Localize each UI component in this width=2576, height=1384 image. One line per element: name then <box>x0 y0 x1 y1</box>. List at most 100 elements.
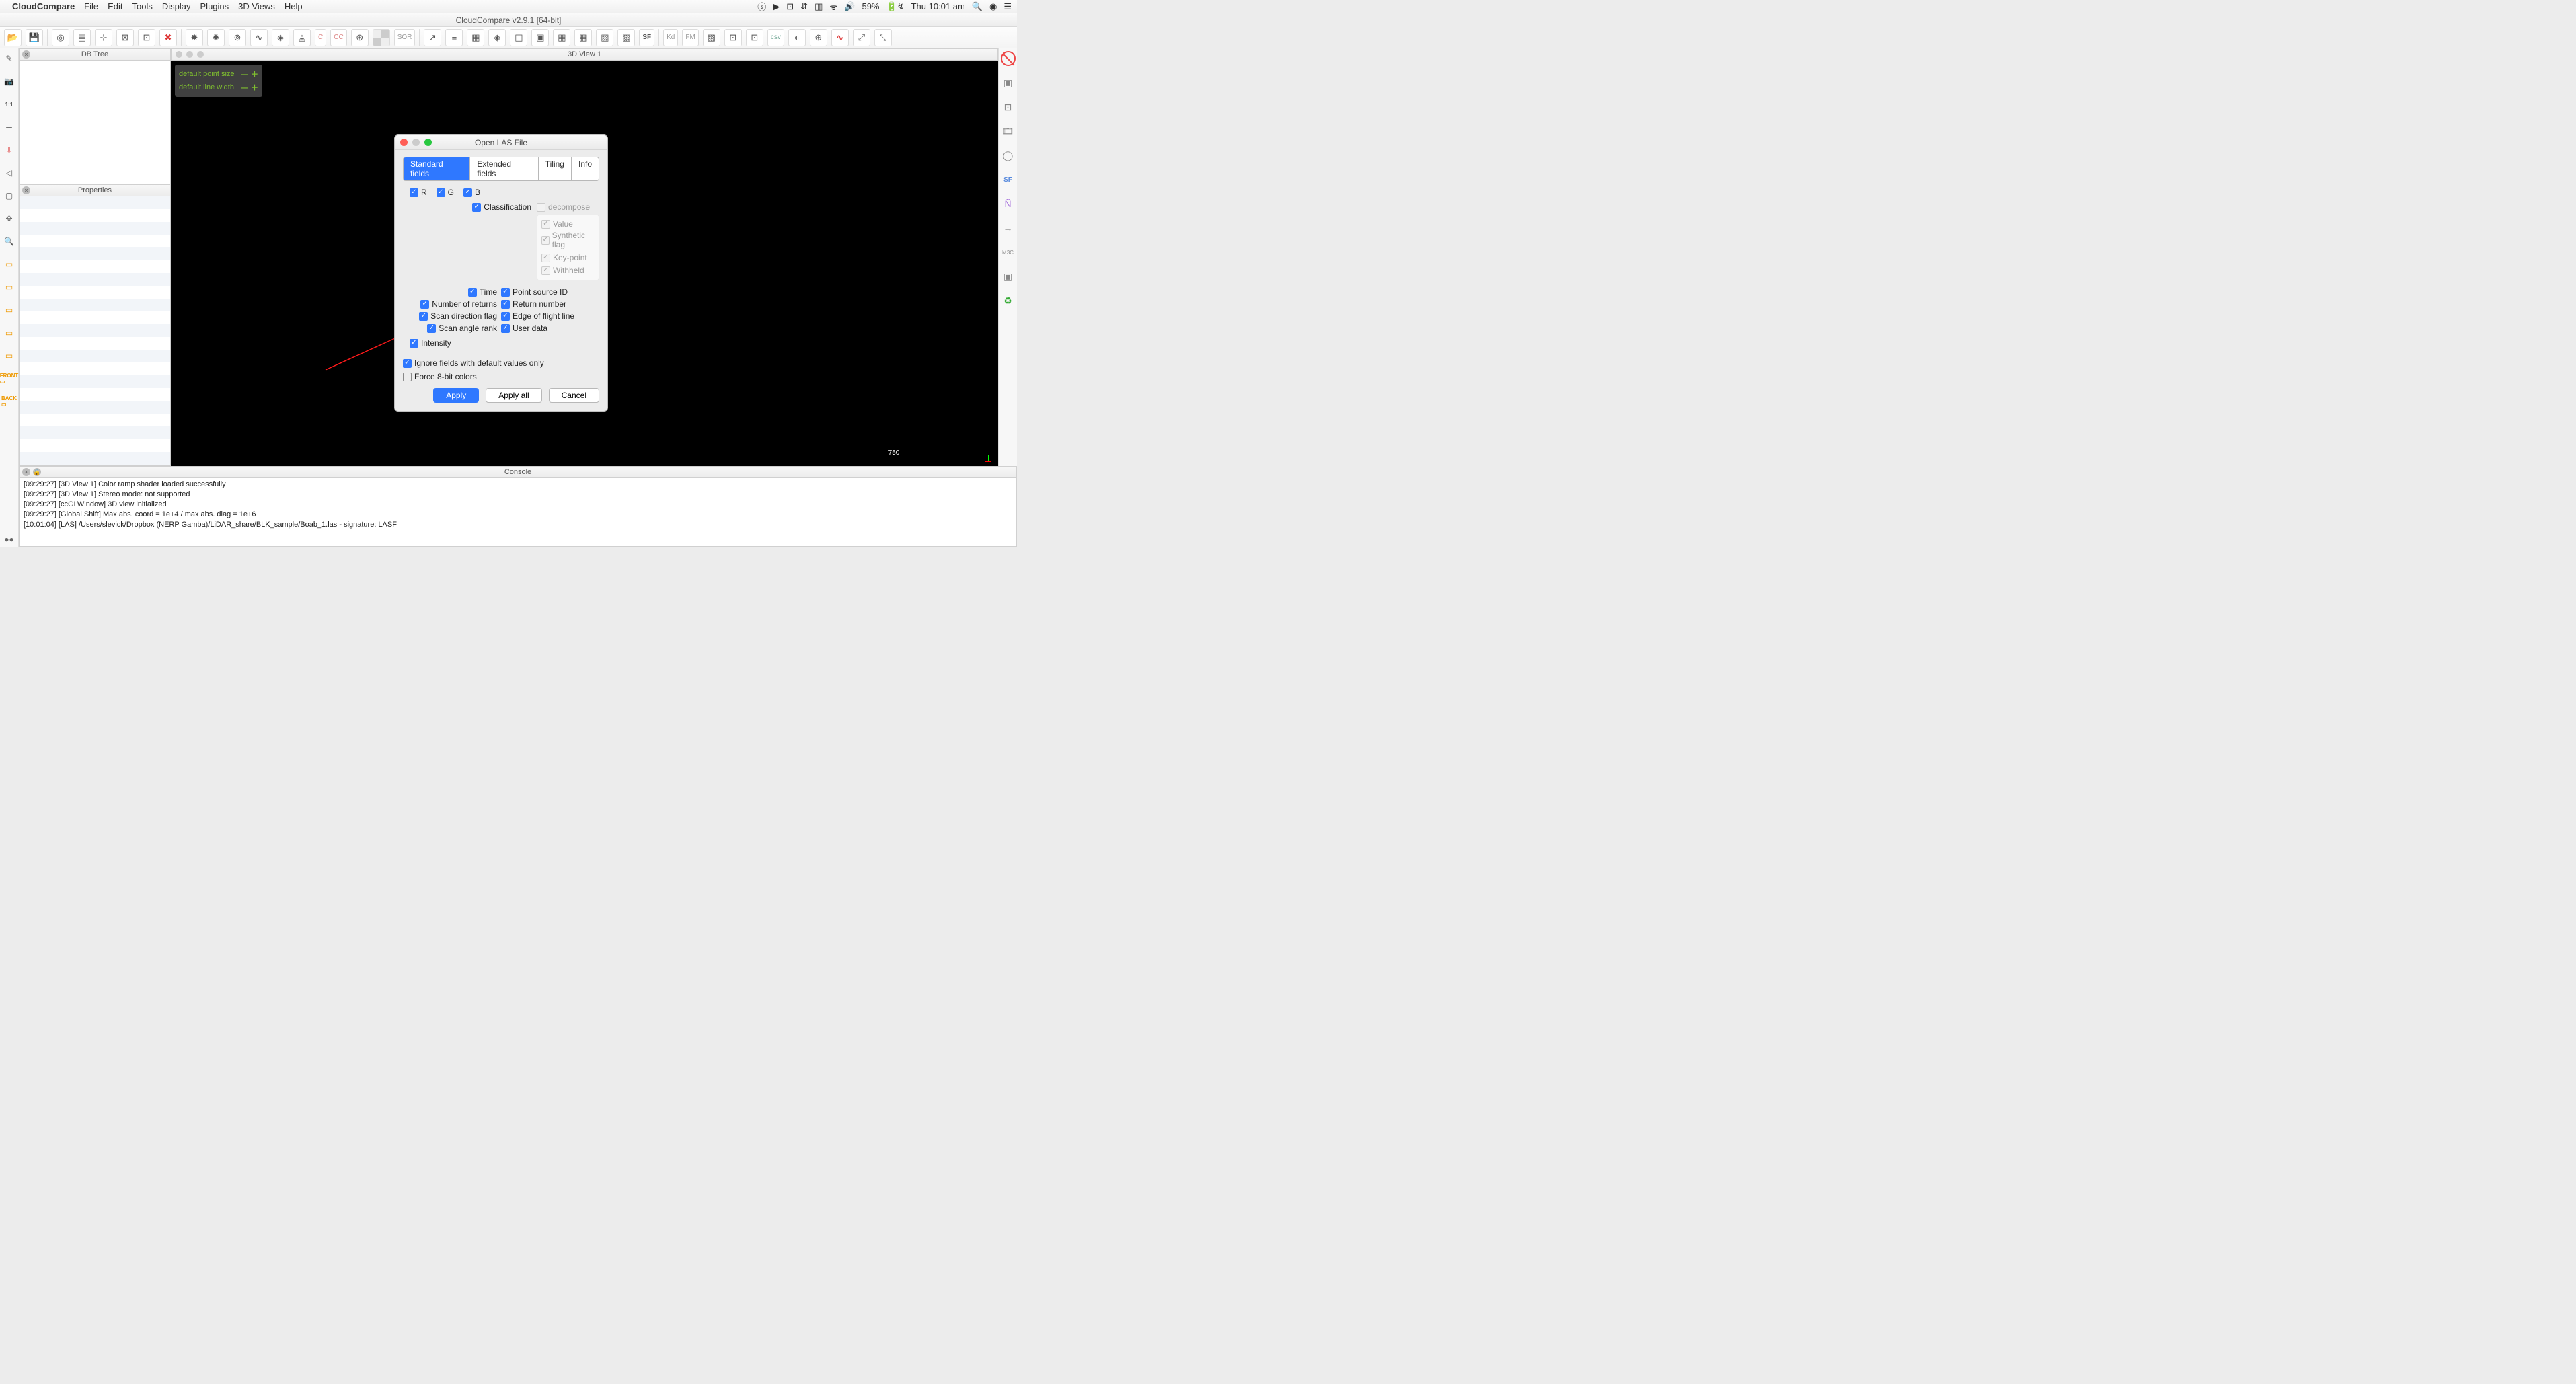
tool-btn[interactable]: C <box>315 29 326 46</box>
left-tool[interactable]: ▭ <box>2 325 17 340</box>
sound-icon[interactable]: 🔊 <box>844 1 855 12</box>
tool-btn[interactable]: ⊡ <box>746 29 763 46</box>
status-icon[interactable]: ⊡ <box>786 1 794 12</box>
decrease-button[interactable]: — <box>241 84 248 92</box>
tab-tiling[interactable]: Tiling <box>539 157 572 180</box>
tool-btn[interactable]: ∿ <box>250 29 268 46</box>
cancel-button[interactable]: Cancel <box>549 388 599 403</box>
checkbox-force8[interactable]: Force 8-bit colors <box>403 372 477 381</box>
left-tool[interactable]: 📷 <box>2 74 17 89</box>
menu-help[interactable]: Help <box>285 1 303 11</box>
tool-open[interactable]: 📂 <box>4 29 22 46</box>
apply-all-button[interactable]: Apply all <box>486 388 541 403</box>
left-tool[interactable]: ◁ <box>2 165 17 180</box>
left-tool[interactable]: ✎ <box>2 51 17 66</box>
left-tool[interactable]: ▭ <box>2 303 17 317</box>
left-tool[interactable]: ●● <box>2 532 17 547</box>
status-icon[interactable]: ⇵ <box>800 1 808 12</box>
dialog-header[interactable]: Open LAS File <box>395 135 607 150</box>
checkbox-classification[interactable]: ✓Classification <box>472 202 531 212</box>
tool-btn[interactable]: ⊹ <box>95 29 112 46</box>
menu-3dviews[interactable]: 3D Views <box>238 1 275 11</box>
tool-btn[interactable]: ⊡ <box>138 29 155 46</box>
menubar-app[interactable]: CloudCompare <box>12 1 75 11</box>
checkbox-r[interactable]: ✓R <box>410 188 427 197</box>
tool-btn[interactable]: ◎ <box>52 29 69 46</box>
checkbox-pointsource[interactable]: ✓Point source ID <box>501 287 595 297</box>
console-panel[interactable]: [09:29:27] [3D View 1] Color ramp shader… <box>19 478 1017 547</box>
right-tool[interactable]: M3C <box>1001 245 1016 260</box>
tool-csv[interactable]: csv <box>767 29 784 46</box>
left-tool[interactable]: 🔍 <box>2 234 17 249</box>
tool-btn[interactable]: ⊕ <box>810 29 827 46</box>
right-tool[interactable]: ◯ <box>1001 148 1016 163</box>
tool-sf[interactable]: SF <box>639 29 654 46</box>
tool-sor[interactable]: SOR <box>394 29 416 46</box>
tool-kd[interactable]: Kd <box>663 29 678 46</box>
right-tool[interactable]: ⊡ <box>1001 100 1016 114</box>
checkbox-intensity[interactable]: ✓Intensity <box>410 338 451 348</box>
tool-btn[interactable]: ◬ <box>293 29 311 46</box>
tool-btn[interactable]: ▦ <box>467 29 484 46</box>
tool-btn[interactable]: ⤡ <box>874 29 892 46</box>
increase-button[interactable]: ＋ <box>251 71 258 79</box>
right-tool[interactable]: ♻ <box>1001 293 1016 308</box>
clock[interactable]: Thu 10:01 am <box>911 1 965 11</box>
right-tool[interactable]: ▣ <box>1001 75 1016 90</box>
left-tool[interactable]: ▭ <box>2 280 17 295</box>
tool-btn[interactable]: ◈ <box>488 29 506 46</box>
decrease-button[interactable]: — <box>241 71 248 79</box>
siri-icon[interactable]: ◉ <box>989 1 997 12</box>
tool-btn[interactable]: ▧ <box>703 29 720 46</box>
menu-display[interactable]: Display <box>162 1 191 11</box>
tool-btn[interactable]: ∿ <box>831 29 849 46</box>
menu-plugins[interactable]: Plugins <box>200 1 229 11</box>
checkbox-edgeflight[interactable]: ✓Edge of flight line <box>501 311 595 321</box>
left-tool[interactable]: ＋ <box>2 120 17 134</box>
left-tool[interactable]: FRONT▭ <box>2 371 17 386</box>
left-tool[interactable]: ▢ <box>2 188 17 203</box>
menu-file[interactable]: File <box>84 1 98 11</box>
apply-button[interactable]: Apply <box>433 388 479 403</box>
tool-btn[interactable]: ↗ <box>424 29 441 46</box>
tab-standard[interactable]: Standard fields <box>404 157 470 180</box>
menu-edit[interactable]: Edit <box>108 1 122 11</box>
checkbox-ignore[interactable]: ✓Ignore fields with default values only <box>403 358 544 368</box>
tool-btn[interactable]: ✹ <box>207 29 225 46</box>
list-icon[interactable]: ☰ <box>1003 1 1012 12</box>
tool-btn[interactable]: ✸ <box>186 29 203 46</box>
increase-button[interactable]: ＋ <box>251 84 258 92</box>
checkbox-g[interactable]: ✓G <box>437 188 454 197</box>
left-tool[interactable]: BACK▭ <box>2 394 17 409</box>
checkbox-scandir[interactable]: ✓Scan direction flag <box>403 311 497 321</box>
tab-extended[interactable]: Extended fields <box>470 157 538 180</box>
tab-info[interactable]: Info <box>572 157 599 180</box>
lock-icon[interactable]: 🔒 <box>33 468 41 476</box>
checkbox-returnnum[interactable]: ✓Return number <box>501 299 595 309</box>
close-icon[interactable]: × <box>22 186 30 194</box>
status-icon[interactable]: ⓢ <box>757 0 766 13</box>
tool-btn[interactable]: ⊚ <box>229 29 246 46</box>
status-icon[interactable]: ▶ <box>773 1 780 12</box>
tool-btn[interactable]: ▦ <box>553 29 570 46</box>
tool-btn[interactable]: ▦ <box>574 29 592 46</box>
tool-btn[interactable]: ▧ <box>617 29 635 46</box>
right-tool[interactable]: 🎞 <box>1001 124 1016 139</box>
checkbox-userdata[interactable]: ✓User data <box>501 323 595 333</box>
tool-btn[interactable]: ⊠ <box>116 29 134 46</box>
tool-btn[interactable]: ◐ <box>788 29 806 46</box>
tool-fm[interactable]: FM <box>682 29 698 46</box>
tool-btn[interactable]: ◫ <box>510 29 527 46</box>
tool-btn[interactable]: ▨ <box>596 29 613 46</box>
left-tool[interactable]: 1:1 <box>2 97 17 112</box>
close-icon[interactable]: × <box>22 468 30 476</box>
tool-btn[interactable]: ≡ <box>445 29 463 46</box>
status-icon[interactable]: ▥ <box>815 1 823 12</box>
checkbox-b[interactable]: ✓B <box>463 188 480 197</box>
tool-btn[interactable]: ⊛ <box>351 29 369 46</box>
tool-delete[interactable]: ✖ <box>159 29 177 46</box>
search-icon[interactable]: 🔍 <box>972 1 983 12</box>
left-tool[interactable]: ▭ <box>2 257 17 272</box>
tool-btn[interactable]: ⊡ <box>724 29 742 46</box>
tool-btn[interactable]: ▤ <box>73 29 91 46</box>
